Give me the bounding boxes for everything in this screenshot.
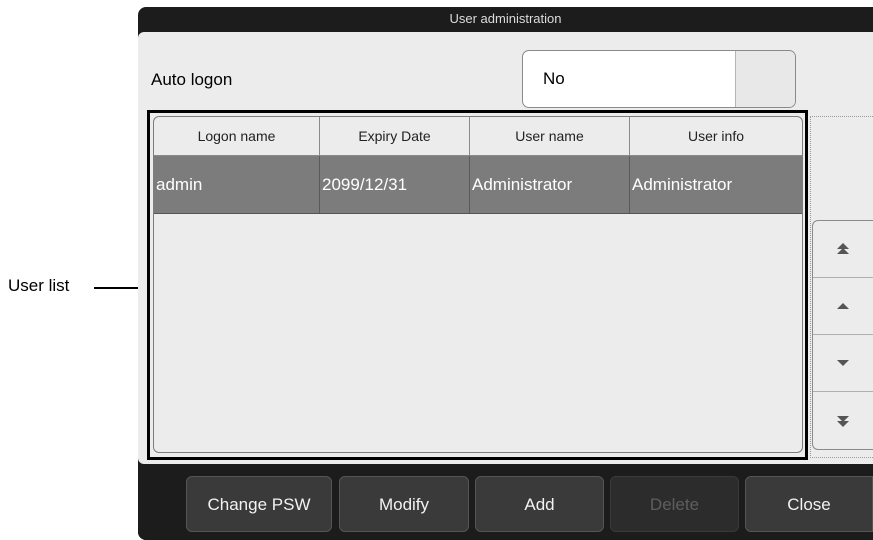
scroll-up-icon [837,303,849,309]
button-bar: Change PSW Modify Add Delete Close [138,464,873,540]
cell-user-name: Administrator [470,156,630,213]
scroll-up-button[interactable] [813,278,873,335]
cell-logon-name: admin [154,156,320,213]
scroll-to-top-icon [837,243,849,254]
auto-logon-value: No [543,69,565,88]
close-button[interactable]: Close [745,476,873,532]
window-title: User administration [449,11,562,26]
auto-logon-dropdown-button[interactable] [735,51,795,107]
scroll-to-bottom-icon [837,415,849,427]
scroll-to-top-button[interactable] [813,221,873,278]
user-list-header: Logon name Expiry Date User name User in… [154,117,802,155]
modify-button[interactable]: Modify [339,476,469,532]
column-header-expiry-date: Expiry Date [320,117,470,155]
scroll-down-icon [837,360,849,366]
user-list-callout-label: User list [8,276,70,295]
auto-logon-dropdown[interactable]: No [522,50,796,108]
delete-button[interactable]: Delete [610,476,739,532]
column-header-user-name: User name [470,117,630,155]
cell-expiry-date: 2099/12/31 [320,156,470,213]
user-list: Logon name Expiry Date User name User in… [153,116,803,453]
table-row[interactable]: admin 2099/12/31 Administrator Administr… [154,156,802,214]
scroll-buttons [812,220,873,450]
change-password-button[interactable]: Change PSW [186,476,332,532]
auto-logon-label: Auto logon [151,70,233,89]
column-header-logon-name: Logon name [154,117,320,155]
column-header-user-info: User info [687,128,745,144]
cell-user-info: Administrator [632,175,733,194]
scroll-down-button[interactable] [813,335,873,392]
add-button[interactable]: Add [475,476,604,532]
scroll-to-bottom-button[interactable] [813,392,873,449]
content-area: Auto logon No Logon name Expiry Date Use… [138,32,873,464]
user-administration-window: User administration Auto logon No Logon … [138,7,873,540]
